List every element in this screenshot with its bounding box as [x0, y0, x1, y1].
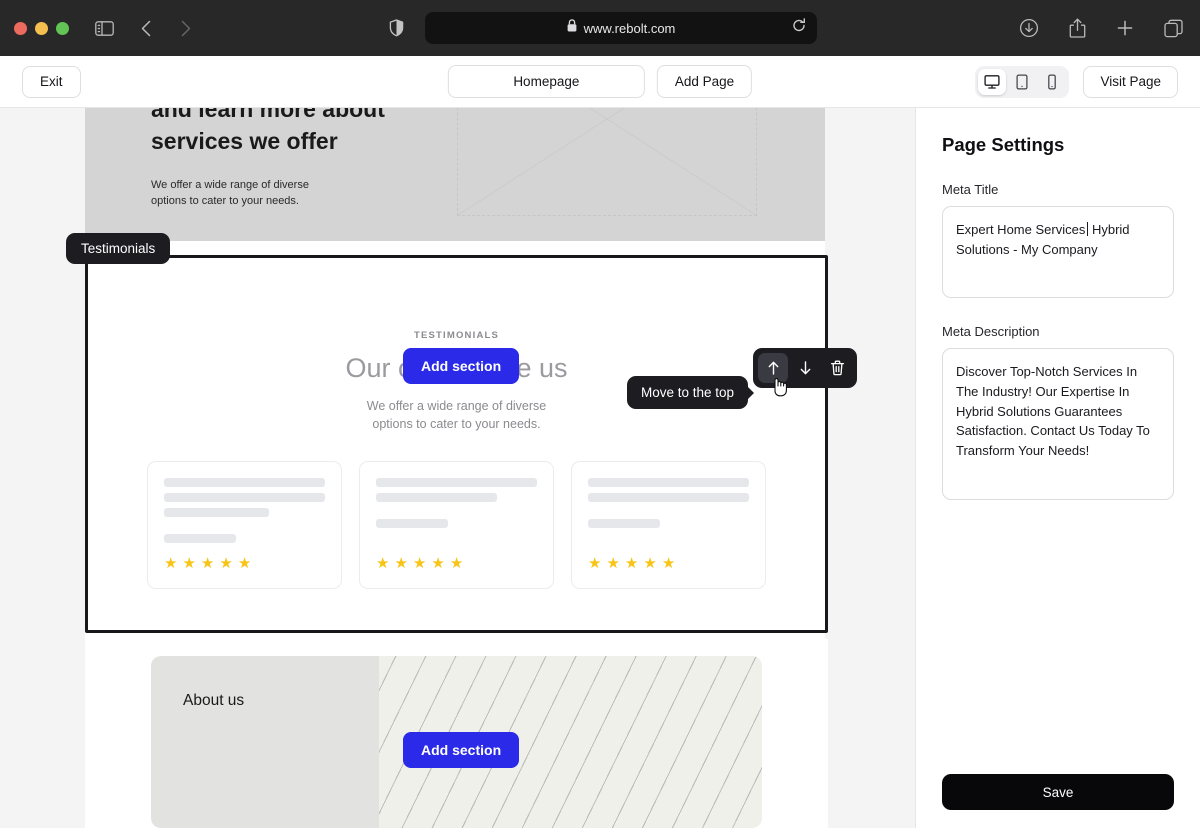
about-title: About us: [183, 692, 347, 710]
skeleton-bar-author: [164, 534, 236, 543]
back-arrow-icon[interactable]: [133, 15, 159, 41]
toolbar-right-group: Visit Page: [975, 66, 1178, 98]
section-testimonials[interactable]: Testimonials TESTIMONIALS Our clients lo…: [85, 255, 828, 633]
add-section-button-top[interactable]: Add section: [403, 348, 519, 384]
star-icon: ★: [413, 554, 426, 572]
testimonial-card[interactable]: ★ ★ ★ ★ ★: [359, 461, 554, 589]
star-icon: ★: [606, 554, 619, 572]
text-caret: [1087, 222, 1088, 236]
page-controls: Homepage Add Page: [448, 65, 752, 98]
section-label-badge: Testimonials: [66, 233, 170, 264]
skeleton-bar: [376, 493, 497, 502]
star-icon: ★: [643, 554, 656, 572]
exit-button[interactable]: Exit: [22, 66, 81, 98]
browser-toolbar: www.rebolt.com: [0, 0, 1200, 56]
hero-subtext: We offer a wide range of diverse options…: [151, 178, 309, 209]
add-section-button-bottom[interactable]: Add section: [403, 732, 519, 768]
skeleton-bar-author: [588, 519, 660, 528]
close-window-button[interactable]: [14, 22, 27, 35]
url-content: www.rebolt.com: [567, 19, 676, 37]
navigation-arrows: [133, 15, 199, 41]
page-title: Page Settings: [942, 134, 1174, 156]
reload-icon[interactable]: [792, 18, 806, 38]
testimonials-eyebrow: TESTIMONIALS: [88, 330, 825, 341]
testimonial-card[interactable]: ★ ★ ★ ★ ★: [147, 461, 342, 589]
save-button[interactable]: Save: [942, 774, 1174, 810]
section-hero-partial[interactable]: and learn more about services we offer W…: [85, 108, 825, 241]
add-page-button[interactable]: Add Page: [657, 65, 752, 98]
page-settings-sidebar: Page Settings Meta Title Expert Home Ser…: [916, 108, 1200, 828]
sidebar-toggle-icon[interactable]: [91, 15, 117, 41]
hero-heading-line2: services we offer: [151, 126, 385, 158]
move-section-up-button[interactable]: [758, 353, 788, 383]
star-icon: ★: [431, 554, 444, 572]
plus-icon[interactable]: [1112, 15, 1138, 41]
page-selector-button[interactable]: Homepage: [448, 65, 645, 98]
hero-subtext-line1: We offer a wide range of diverse: [151, 178, 309, 194]
image-placeholder: [457, 108, 757, 216]
skeleton-bar-author: [376, 519, 448, 528]
device-preview-toggle: [975, 66, 1069, 98]
minimize-window-button[interactable]: [35, 22, 48, 35]
meta-title-input[interactable]: Expert Home Services Hybrid Solutions - …: [942, 206, 1174, 298]
star-icon: ★: [164, 554, 177, 572]
star-icon: ★: [394, 554, 407, 572]
page-canvas[interactable]: and learn more about services we offer W…: [0, 108, 916, 828]
section-toolbar: [753, 348, 857, 388]
star-icon: ★: [625, 554, 638, 572]
meta-description-input[interactable]: Discover Top-Notch Services In The Indus…: [942, 348, 1174, 500]
rating-stars: ★ ★ ★ ★ ★: [588, 554, 749, 572]
star-icon: ★: [182, 554, 195, 572]
maximize-window-button[interactable]: [56, 22, 69, 35]
skeleton-bar: [588, 478, 749, 487]
meta-description-label: Meta Description: [942, 324, 1174, 339]
star-icon: ★: [238, 554, 251, 572]
star-icon: ★: [450, 554, 463, 572]
download-icon[interactable]: [1016, 15, 1042, 41]
window-controls: [14, 22, 69, 35]
meta-title-label: Meta Title: [942, 182, 1174, 197]
rating-stars: ★ ★ ★ ★ ★: [376, 554, 537, 572]
meta-title-value-before-caret: Expert Home Services: [956, 222, 1085, 237]
hero-heading-line1: and learn more about: [151, 108, 385, 126]
url-text: www.rebolt.com: [584, 21, 676, 36]
address-bar-group: www.rebolt.com: [383, 12, 817, 44]
url-input[interactable]: www.rebolt.com: [425, 12, 817, 44]
share-icon[interactable]: [1064, 15, 1090, 41]
device-mobile-button[interactable]: [1038, 69, 1066, 95]
testimonials-content: TESTIMONIALS Our clients love us We offe…: [88, 258, 825, 589]
visit-page-button[interactable]: Visit Page: [1083, 66, 1178, 98]
main-area: and learn more about services we offer W…: [0, 108, 1200, 828]
hero-heading: and learn more about services we offer: [151, 108, 385, 157]
device-desktop-button[interactable]: [978, 69, 1006, 95]
skeleton-bar: [376, 478, 537, 487]
about-text-panel: About us: [151, 656, 379, 828]
rating-stars: ★ ★ ★ ★ ★: [164, 554, 325, 572]
testimonial-cards: ★ ★ ★ ★ ★ ★ ★ ★ ★ ★: [88, 461, 825, 589]
hero-subtext-line2: options to cater to your needs.: [151, 194, 309, 210]
testimonials-subtext-line2: options to cater to your needs.: [88, 415, 825, 433]
lock-icon: [567, 19, 577, 37]
star-icon: ★: [219, 554, 232, 572]
skeleton-bar: [164, 478, 325, 487]
forward-arrow-icon: [173, 15, 199, 41]
page-preview: and learn more about services we offer W…: [85, 108, 825, 828]
star-icon: ★: [662, 554, 675, 572]
skeleton-bar: [164, 493, 325, 502]
skeleton-bar: [588, 493, 749, 502]
browser-actions: [1016, 15, 1186, 41]
star-icon: ★: [376, 554, 389, 572]
tab-overview-icon[interactable]: [1160, 15, 1186, 41]
skeleton-bar: [164, 508, 269, 517]
star-icon: ★: [201, 554, 214, 572]
device-tablet-button[interactable]: [1008, 69, 1036, 95]
testimonial-card[interactable]: ★ ★ ★ ★ ★: [571, 461, 766, 589]
move-to-top-tooltip: Move to the top: [627, 376, 748, 409]
shield-icon[interactable]: [383, 15, 409, 41]
move-section-down-button[interactable]: [790, 353, 820, 383]
editor-toolbar: Exit Homepage Add Page Visit Page: [0, 56, 1200, 108]
star-icon: ★: [588, 554, 601, 572]
delete-section-button[interactable]: [822, 353, 852, 383]
